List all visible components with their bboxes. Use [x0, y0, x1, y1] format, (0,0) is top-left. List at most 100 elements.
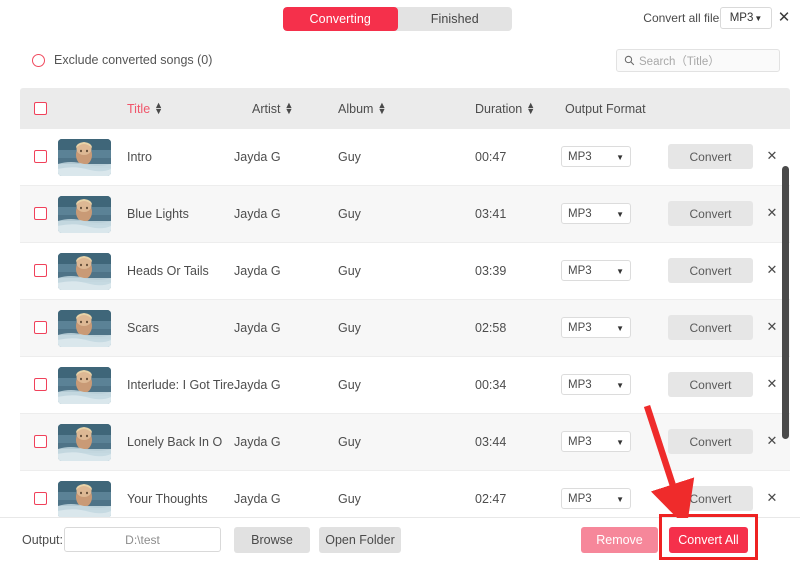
row-select-checkbox[interactable] — [34, 207, 47, 220]
global-format-select[interactable]: MP3 ▼ — [720, 7, 772, 29]
row-select-checkbox[interactable] — [34, 150, 47, 163]
table-row[interactable]: Lonely Back In O Jayda G Guy 03:44 MP3 ▼… — [20, 414, 790, 471]
row-convert-button-label: Convert — [689, 320, 732, 335]
row-convert-button[interactable]: Convert — [668, 486, 753, 511]
table-body: Intro Jayda G Guy 00:47 MP3 ▼ Convert ✕ — [20, 129, 790, 518]
tab-bar: Converting Finished — [283, 7, 512, 31]
chevron-down-icon: ▼ — [616, 323, 624, 333]
row-remove-icon[interactable]: ✕ — [762, 260, 782, 280]
table-row[interactable]: Scars Jayda G Guy 02:58 MP3 ▼ Convert ✕ — [20, 300, 790, 357]
cell-album: Guy — [338, 150, 361, 164]
cell-album: Guy — [338, 378, 361, 392]
table-row[interactable]: Your Thoughts Jayda G Guy 02:47 MP3 ▼ Co… — [20, 471, 790, 518]
row-select-checkbox[interactable] — [34, 264, 47, 277]
album-art-thumbnail — [58, 253, 111, 290]
cell-title: Blue Lights — [127, 207, 189, 221]
output-path-value: D:\test — [125, 532, 160, 547]
cell-duration: 03:39 — [475, 264, 507, 278]
row-convert-button[interactable]: Convert — [668, 315, 753, 340]
row-select-checkbox[interactable] — [34, 435, 47, 448]
output-label: Output: — [22, 533, 63, 547]
sort-arrows-icon: ▲ ▼ — [526, 99, 536, 116]
row-remove-icon[interactable]: ✕ — [762, 203, 782, 223]
tab-converting[interactable]: Converting — [283, 7, 398, 31]
open-folder-button-label: Open Folder — [325, 533, 395, 547]
column-header-album-label: Album — [338, 101, 374, 116]
column-header-duration[interactable]: Duration ▲ ▼ — [475, 88, 535, 129]
table-row[interactable]: Blue Lights Jayda G Guy 03:41 MP3 ▼ Conv… — [20, 186, 790, 243]
select-all-checkbox[interactable] — [34, 102, 47, 115]
open-folder-button[interactable]: Open Folder — [319, 527, 401, 553]
tab-finished[interactable]: Finished — [398, 7, 513, 31]
column-header-title-label: Title — [127, 101, 151, 116]
column-header-title[interactable]: Title ▲ ▼ — [127, 88, 163, 129]
output-path-input[interactable]: D:\test — [64, 527, 221, 552]
row-format-select[interactable]: MP3 ▼ — [561, 146, 631, 167]
cell-artist: Jayda G — [234, 264, 281, 278]
row-convert-button-label: Convert — [689, 149, 732, 164]
close-icon[interactable]: ✕ — [774, 7, 794, 27]
title-bar: Converting Finished Convert all files to… — [0, 0, 800, 36]
row-remove-icon[interactable]: ✕ — [762, 431, 782, 451]
browse-button[interactable]: Browse — [234, 527, 310, 553]
cell-title: Your Thoughts — [127, 492, 208, 506]
column-header-duration-label: Duration — [475, 101, 523, 116]
row-convert-button[interactable]: Convert — [668, 258, 753, 283]
row-format-select[interactable]: MP3 ▼ — [561, 203, 631, 224]
cell-title: Heads Or Tails — [127, 264, 209, 278]
cell-artist: Jayda G — [234, 321, 281, 335]
column-header-artist-label: Artist — [252, 101, 281, 116]
row-remove-icon[interactable]: ✕ — [762, 374, 782, 394]
global-format-value: MP3 — [729, 12, 754, 24]
search-placeholder: Search（Title） — [639, 55, 720, 68]
row-format-select[interactable]: MP3 ▼ — [561, 260, 631, 281]
album-art-thumbnail — [58, 481, 111, 518]
row-format-select[interactable]: MP3 ▼ — [561, 317, 631, 338]
row-convert-button[interactable]: Convert — [668, 429, 753, 454]
row-convert-button[interactable]: Convert — [668, 144, 753, 169]
audio-converter-window: Converting Finished Convert all files to… — [0, 0, 800, 561]
row-format-select[interactable]: MP3 ▼ — [561, 374, 631, 395]
row-format-select[interactable]: MP3 ▼ — [561, 488, 631, 509]
cell-title: Intro — [127, 150, 153, 164]
remove-button[interactable]: Remove — [581, 527, 658, 553]
search-icon — [624, 55, 635, 66]
album-art-thumbnail — [58, 367, 111, 404]
exclude-converted-toggle[interactable]: Exclude converted songs (0) — [32, 53, 212, 67]
scrollbar-thumb[interactable] — [782, 166, 789, 439]
row-select-checkbox[interactable] — [34, 492, 47, 505]
chevron-down-icon: ▼ — [616, 209, 624, 219]
row-remove-icon[interactable]: ✕ — [762, 317, 782, 337]
sort-arrows-icon: ▲ ▼ — [284, 99, 294, 116]
convert-all-button[interactable]: Convert All — [669, 527, 748, 553]
table-row[interactable]: Interlude: I Got Tire… Jayda G Guy 00:34… — [20, 357, 790, 414]
row-remove-icon[interactable]: ✕ — [762, 488, 782, 508]
row-select-checkbox[interactable] — [34, 378, 47, 391]
row-format-value: MP3 — [568, 435, 592, 448]
row-select-checkbox[interactable] — [34, 321, 47, 334]
column-header-artist[interactable]: Artist ▲ ▼ — [252, 88, 293, 129]
row-format-value: MP3 — [568, 150, 592, 163]
row-convert-button-label: Convert — [689, 206, 732, 221]
cell-artist: Jayda G — [234, 150, 281, 164]
column-header-output-format: Output Format — [565, 88, 646, 129]
album-art-thumbnail — [58, 196, 111, 233]
album-art-thumbnail — [58, 424, 111, 461]
cell-artist: Jayda G — [234, 492, 281, 506]
table-row[interactable]: Heads Or Tails Jayda G Guy 03:39 MP3 ▼ C… — [20, 243, 790, 300]
footer-bar: Output: D:\test Browse Open Folder Remov… — [0, 517, 800, 561]
chevron-down-icon: ▼ — [616, 494, 624, 504]
cell-album: Guy — [338, 492, 361, 506]
row-convert-button[interactable]: Convert — [668, 372, 753, 397]
cell-title: Scars — [127, 321, 159, 335]
column-header-album[interactable]: Album ▲ ▼ — [338, 88, 386, 129]
row-convert-button[interactable]: Convert — [668, 201, 753, 226]
search-input[interactable]: Search（Title） — [616, 49, 780, 72]
row-remove-icon[interactable]: ✕ — [762, 146, 782, 166]
table-scrollbar[interactable] — [781, 129, 790, 518]
cell-title: Lonely Back In O — [127, 435, 223, 449]
row-format-select[interactable]: MP3 ▼ — [561, 431, 631, 452]
table-row[interactable]: Intro Jayda G Guy 00:47 MP3 ▼ Convert ✕ — [20, 129, 790, 186]
column-header-output-format-label: Output Format — [565, 101, 646, 116]
conversion-table: Title ▲ ▼ Artist ▲ ▼ Album ▲ ▼ Duration ▲ ▼ … — [20, 88, 790, 518]
